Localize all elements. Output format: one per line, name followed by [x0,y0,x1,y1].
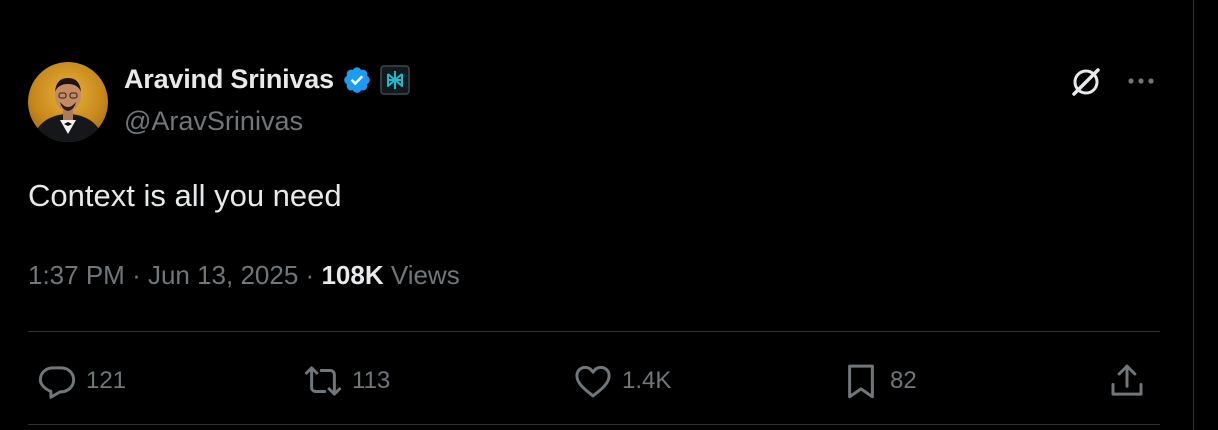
views-label: Views [390,260,460,290]
author-display-name[interactable]: Aravind Srinivas [124,64,334,95]
author-name-row: Aravind Srinivas [124,64,410,95]
repost-count: 113 [352,367,391,394]
author-handle[interactable]: @AravSrinivas [124,106,303,137]
repost-icon [304,366,342,396]
meta-separator: · [305,260,322,290]
heart-icon [575,365,611,398]
tweet-date[interactable]: Jun 13, 2025 [148,260,298,290]
reply-count: 121 [86,367,127,394]
tweet-meta: 1:37 PM · Jun 13, 2025 · 108K Views [28,260,460,291]
views-count: 108K [321,260,384,290]
reply-icon [38,366,76,399]
divider [28,331,1160,332]
verified-badge-icon[interactable] [342,65,372,95]
more-options-icon[interactable] [1124,66,1158,96]
grok-icon[interactable] [1068,64,1104,100]
like-button[interactable]: 1.4K [572,360,671,402]
reply-button[interactable]: 121 [36,360,126,402]
meta-separator: · [132,260,148,290]
bookmark-button[interactable]: 82 [840,360,917,402]
bookmark-icon [848,364,874,399]
avatar[interactable] [28,62,108,142]
tweet-time[interactable]: 1:37 PM [28,260,125,290]
perplexity-logo-icon[interactable] [380,64,410,95]
tweet-text: Context is all you need [28,178,342,213]
divider [28,424,1160,425]
share-button[interactable] [1106,360,1148,402]
like-count: 1.4K [622,367,672,394]
timeline-border [1193,0,1194,430]
share-icon [1111,364,1143,396]
bookmark-count: 82 [890,367,917,394]
repost-button[interactable]: 113 [302,360,390,402]
